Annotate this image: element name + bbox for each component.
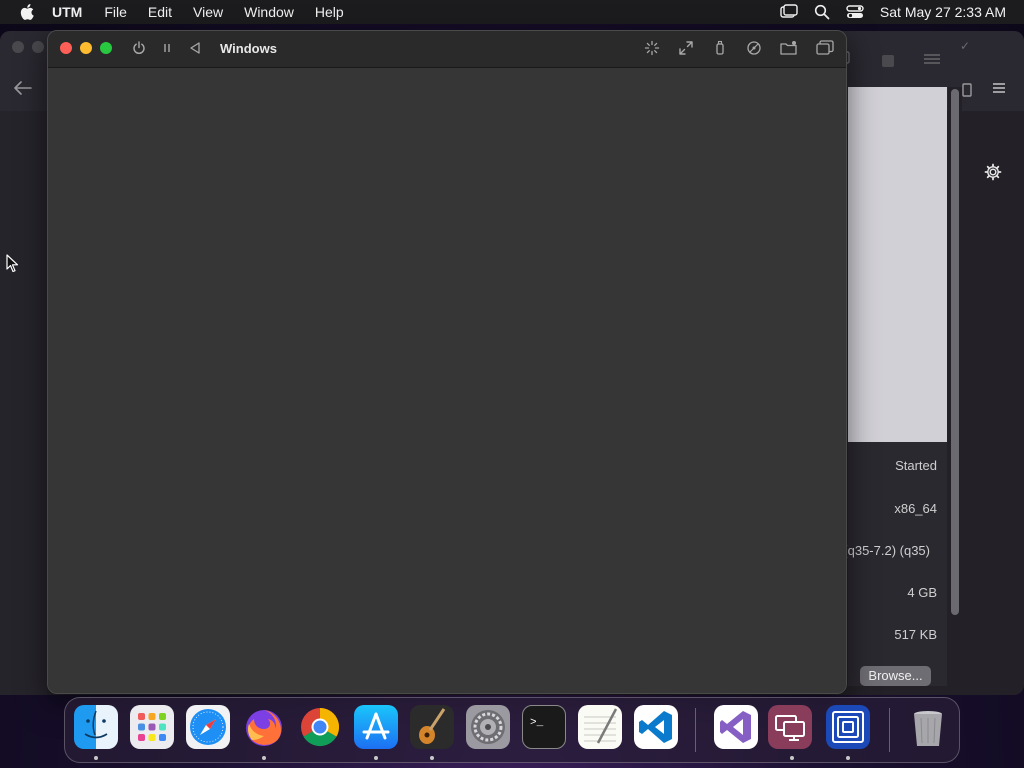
dock-app-store-running-indicator [374,756,378,760]
power-icon[interactable] [132,41,146,60]
vm-controls-left [132,41,202,60]
menu-window[interactable]: Window [244,4,294,20]
vm-titlebar: Windows [48,31,846,68]
architecture-value: x86_64 [894,501,937,516]
dock-finder-icon[interactable] [74,705,118,749]
vm-window-title: Windows [220,41,277,56]
dock-firefox-icon[interactable] [242,705,286,749]
capture-input-icon[interactable] [644,40,660,61]
library-sidebar [0,111,47,695]
vm-details-panel: Started x86_64 (q35-7.2) (q35) 4 GB 517 … [843,442,947,686]
dock-utm-running-indicator [846,756,850,760]
share-icon[interactable] [962,83,972,102]
library-close-button[interactable] [12,41,24,53]
dock-textedit-icon[interactable] [578,705,622,749]
control-center-icon[interactable] [846,4,864,20]
browse-button[interactable]: Browse... [860,666,931,686]
vm-screen[interactable] [48,68,846,693]
scrollbar-thumb[interactable] [951,89,959,615]
dock-separator [889,708,890,752]
dock-app-store-icon[interactable] [354,705,398,749]
details-scrollbar[interactable] [948,87,962,687]
dock-remote-desktop-running-indicator [790,756,794,760]
back-arrow-icon[interactable] [14,81,32,100]
shared-folder-icon[interactable] [780,40,798,61]
dock-system-preferences-icon[interactable] [466,705,510,749]
dock-separator [695,708,696,752]
menu-bar: UTM File Edit View Window Help Sat May 2… [0,0,1024,24]
menu-help[interactable]: Help [315,4,344,20]
windows-icon[interactable] [816,40,834,61]
list-icon[interactable] [992,81,1006,99]
dock: >_ [64,697,960,763]
vm-display-window: Windows [47,30,847,694]
dock-safari-icon[interactable] [186,705,230,749]
apple-menu-icon[interactable] [18,3,36,21]
svg-text:>_: >_ [530,717,544,729]
library-toolbar [840,51,940,70]
close-button[interactable] [60,42,72,54]
drive-icon[interactable] [746,40,762,61]
dock-remote-desktop-icon[interactable] [768,705,812,749]
resize-icon[interactable] [678,40,694,61]
status-value: Started [895,458,937,473]
menubar-clock[interactable]: Sat May 27 2:33 AM [880,4,1006,20]
settings-sliders-icon[interactable] [924,52,940,70]
dock-chrome-icon[interactable] [298,705,342,749]
dock-garageband-icon[interactable] [410,705,454,749]
usb-icon[interactable] [712,40,728,61]
dock-launchpad-icon[interactable] [130,705,174,749]
minimize-button[interactable] [80,42,92,54]
dock-vscode-icon[interactable] [634,705,678,749]
restart-icon[interactable] [188,41,202,60]
dock-firefox-running-indicator [262,756,266,760]
dock-garageband-running-indicator [430,756,434,760]
pause-icon[interactable] [160,41,174,60]
memory-value: 4 GB [907,585,937,600]
vm-controls-right [644,40,834,61]
dock-visual-studio-icon[interactable] [714,705,758,749]
dock-trash-icon[interactable] [906,705,950,749]
menu-edit[interactable]: Edit [148,4,172,20]
dock-utm-icon[interactable] [826,705,870,749]
dock-terminal-icon[interactable]: >_ [522,705,566,749]
mouse-cursor-icon [6,254,20,279]
screen-mirroring-icon[interactable] [780,4,798,20]
vm-preview[interactable] [848,87,947,442]
menu-view[interactable]: View [193,4,223,20]
spotlight-search-icon[interactable] [814,4,830,20]
maximize-button[interactable] [100,42,112,54]
vm-window-controls [60,42,112,54]
menu-app-name[interactable]: UTM [52,4,82,20]
menu-file[interactable]: File [104,4,127,20]
size-value: 517 KB [894,627,937,642]
machine-value: (q35-7.2) (q35) [843,543,930,558]
checkmark-icon[interactable]: ✓ [960,39,970,53]
library-minimize-button[interactable] [32,41,44,53]
stop-icon[interactable] [882,54,894,67]
dock-finder-running-indicator [94,756,98,760]
gear-icon[interactable] [984,163,1002,186]
